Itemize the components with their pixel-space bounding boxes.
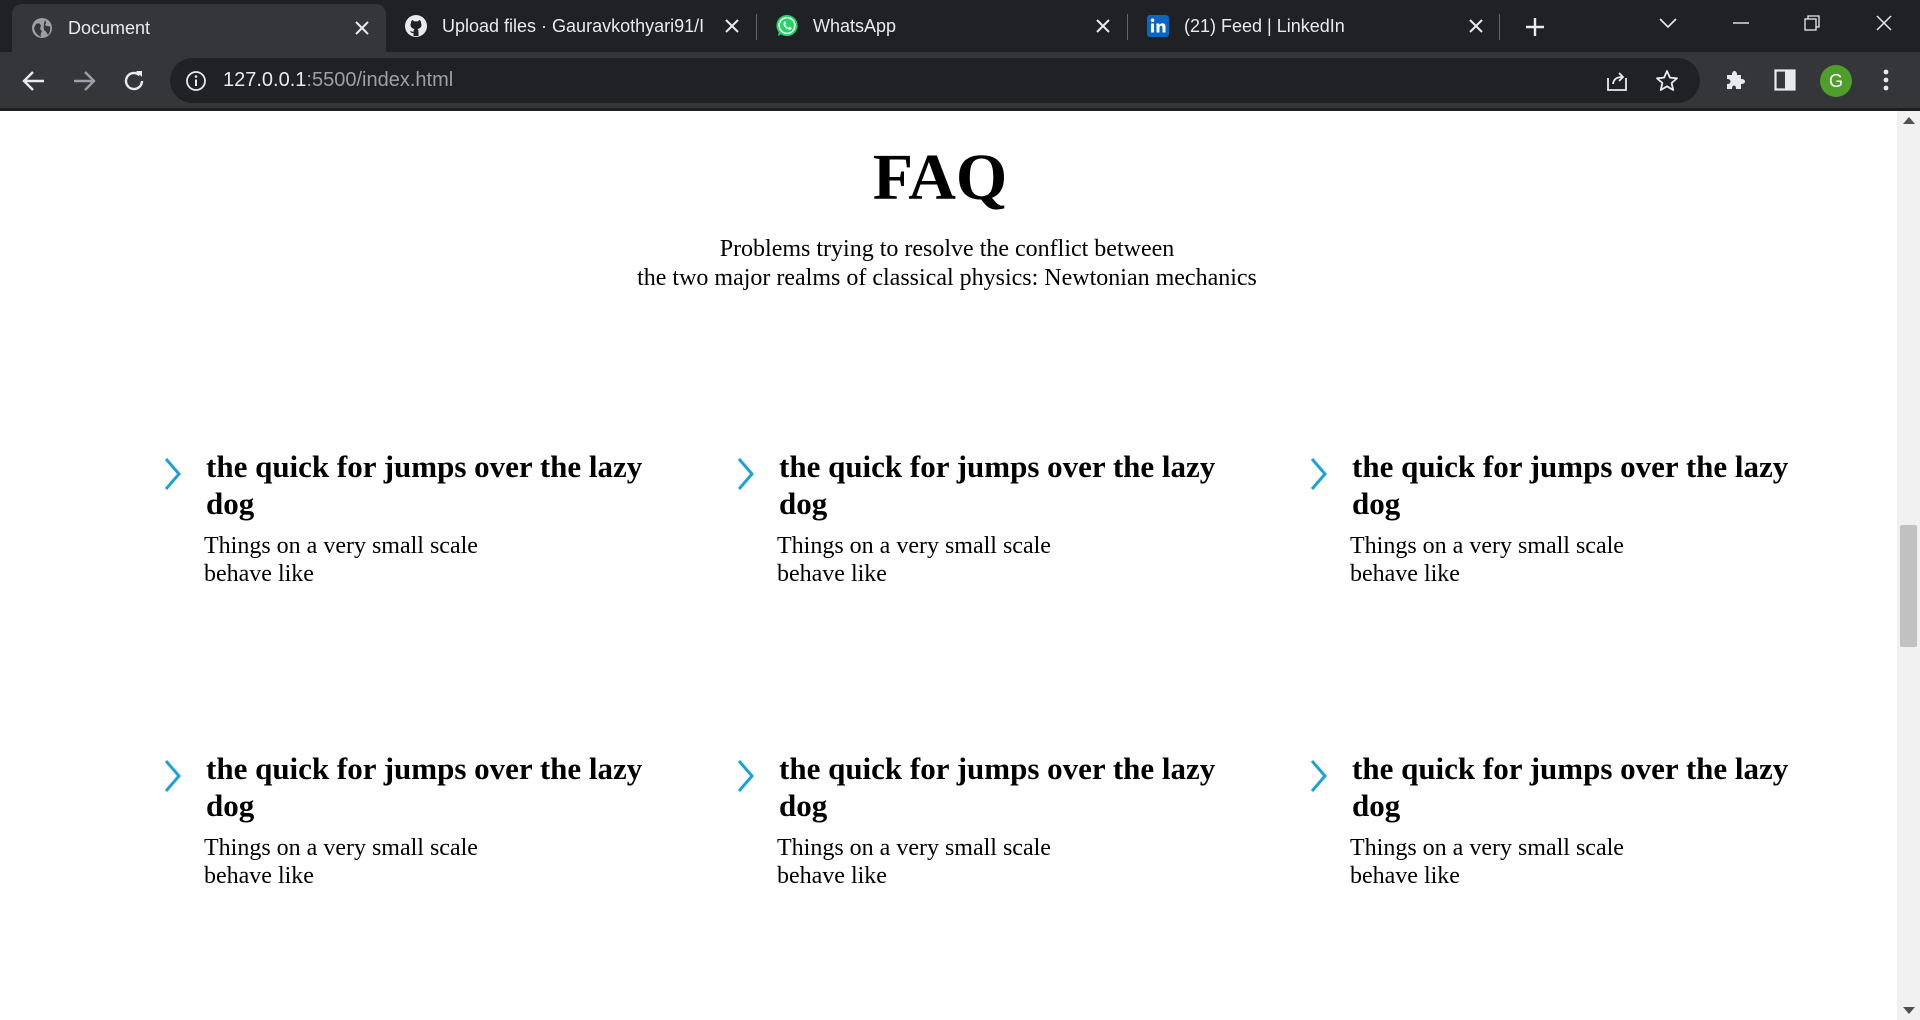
- reload-icon: [124, 71, 144, 91]
- new-tab-button[interactable]: [1520, 12, 1550, 42]
- faq-question: the quick for jumps over the lazy dog: [206, 449, 643, 521]
- chevron-right-icon: [1310, 458, 1327, 490]
- more-vert-icon: [1883, 69, 1889, 91]
- tab-linkedin[interactable]: (21) Feed | LinkedIn: [1128, 0, 1500, 52]
- url-text[interactable]: 127.0.0.1:5500/index.html: [223, 69, 453, 92]
- minimize-icon: [1733, 22, 1749, 24]
- close-icon[interactable]: [350, 16, 374, 40]
- faq-answer: Things on a very small scale behave like: [1350, 533, 1624, 587]
- tab-title: Upload files · Gauravkothyari91/I: [442, 15, 705, 36]
- tab-github[interactable]: Upload files · Gauravkothyari91/I: [386, 0, 756, 52]
- chevron-right-icon: [164, 760, 181, 792]
- faq-item[interactable]: the quick for jumps over the lazy dog Th…: [1310, 750, 1852, 890]
- faq-item[interactable]: the quick for jumps over the lazy dog Th…: [164, 750, 706, 890]
- chevron-right-icon: [1310, 760, 1327, 792]
- menu-button[interactable]: [1870, 64, 1902, 96]
- faq-answer: Things on a very small scale behave like: [1350, 835, 1624, 889]
- close-icon[interactable]: [1464, 14, 1488, 38]
- close-icon[interactable]: [720, 14, 744, 38]
- star-icon[interactable]: [1654, 68, 1680, 94]
- tab-whatsapp[interactable]: WhatsApp: [757, 0, 1127, 52]
- scrollbar-thumb[interactable]: [1900, 525, 1917, 647]
- globe-icon: [30, 16, 54, 40]
- tab-separator: [1499, 14, 1500, 40]
- faq-question: the quick for jumps over the lazy dog: [779, 751, 1216, 823]
- faq-item[interactable]: the quick for jumps over the lazy dog Th…: [737, 448, 1279, 588]
- tab-strip: Document Upload files · Gauravkothyari91…: [0, 0, 1920, 52]
- url-path: :5500/index.html: [306, 69, 454, 91]
- url-host: 127.0.0.1: [223, 69, 307, 91]
- tab-title: WhatsApp: [813, 15, 897, 36]
- side-panel-button[interactable]: [1769, 64, 1801, 96]
- whatsapp-icon: [775, 14, 799, 38]
- linkedin-icon: [1146, 14, 1170, 38]
- arrow-left-icon: [22, 71, 44, 91]
- close-icon: [1876, 15, 1892, 31]
- faq-item[interactable]: the quick for jumps over the lazy dog Th…: [1310, 448, 1852, 588]
- subtitle-line: Problems trying to resolve the conflict …: [719, 236, 1175, 262]
- faq-answer: Things on a very small scale behave like: [777, 835, 1051, 889]
- subtitle-line: the two major realms of classical physic…: [637, 265, 1257, 291]
- page-viewport: FAQ Problems trying to resolve the confl…: [0, 111, 1897, 1020]
- tab-search-button[interactable]: [1642, 0, 1694, 46]
- faq-question: the quick for jumps over the lazy dog: [1352, 751, 1789, 823]
- browser-toolbar: 127.0.0.1:5500/index.html G: [0, 52, 1920, 109]
- page-subtitle: Problems trying to resolve the conflict …: [0, 235, 1894, 293]
- faq-question: the quick for jumps over the lazy dog: [1352, 449, 1789, 521]
- scroll-down-arrow-icon[interactable]: [1903, 1007, 1915, 1014]
- chevron-right-icon: [737, 458, 754, 490]
- extensions-button[interactable]: [1719, 64, 1751, 96]
- side-panel-icon: [1774, 69, 1796, 91]
- back-button[interactable]: [17, 64, 51, 98]
- github-icon: [404, 14, 428, 38]
- close-icon[interactable]: [1091, 14, 1115, 38]
- info-icon[interactable]: [184, 69, 208, 93]
- faq-item[interactable]: the quick for jumps over the lazy dog Th…: [737, 750, 1279, 890]
- minimize-button[interactable]: [1715, 0, 1767, 46]
- page-title: FAQ: [872, 141, 1008, 214]
- forward-button[interactable]: [67, 64, 101, 98]
- chevron-right-icon: [164, 458, 181, 490]
- faq-item[interactable]: the quick for jumps over the lazy dog Th…: [164, 448, 706, 588]
- faq-answer: Things on a very small scale behave like: [204, 533, 478, 587]
- faq-answer: Things on a very small scale behave like: [777, 533, 1051, 587]
- faq-answer: Things on a very small scale behave like: [204, 835, 478, 889]
- faq-question: the quick for jumps over the lazy dog: [779, 449, 1216, 521]
- profile-avatar[interactable]: G: [1820, 65, 1852, 97]
- share-icon[interactable]: [1604, 68, 1630, 94]
- restore-button[interactable]: [1786, 0, 1838, 46]
- scroll-up-arrow-icon[interactable]: [1903, 117, 1915, 124]
- tab-document[interactable]: Document: [12, 4, 386, 52]
- address-bar[interactable]: 127.0.0.1:5500/index.html: [170, 58, 1700, 103]
- chevron-right-icon: [737, 760, 754, 792]
- vertical-scrollbar[interactable]: [1897, 111, 1920, 1020]
- reload-button[interactable]: [117, 64, 151, 98]
- faq-question: the quick for jumps over the lazy dog: [206, 751, 643, 823]
- close-window-button[interactable]: [1858, 0, 1910, 46]
- puzzle-icon: [1727, 71, 1745, 89]
- plus-icon: [1526, 18, 1544, 36]
- restore-icon: [1804, 15, 1820, 31]
- chevron-down-icon: [1659, 18, 1677, 28]
- tab-title: Document: [68, 17, 151, 38]
- arrow-right-icon: [74, 71, 96, 91]
- tab-title: (21) Feed | LinkedIn: [1184, 15, 1345, 36]
